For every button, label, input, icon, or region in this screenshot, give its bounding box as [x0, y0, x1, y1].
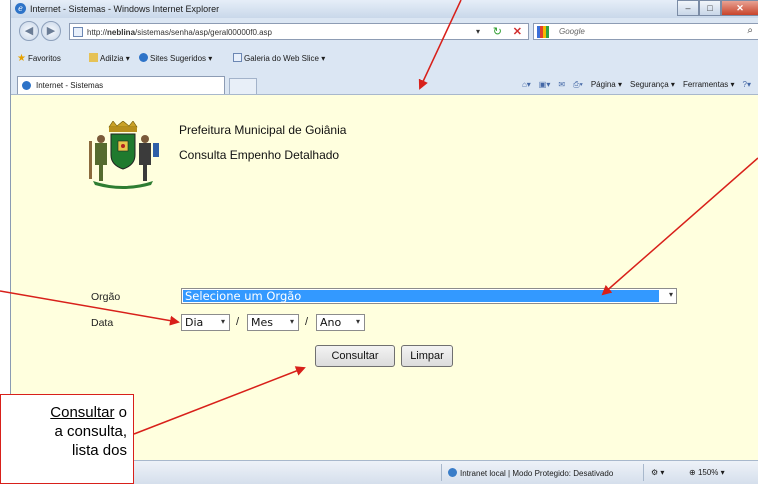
coat-of-arms-icon: [89, 121, 159, 189]
dia-select[interactable]: Dia ▾: [181, 314, 230, 331]
date-separator: /: [236, 316, 240, 328]
search-icon[interactable]: ⌕: [747, 25, 753, 36]
ie-small-icon: [139, 53, 148, 62]
address-dropdown-icon[interactable]: ▾: [476, 27, 480, 36]
globe-icon: [448, 468, 457, 477]
data-label: Data: [91, 317, 114, 329]
security-menu[interactable]: Segurança ▾: [630, 80, 675, 90]
page-icon: [73, 27, 83, 37]
forward-button[interactable]: ▶: [41, 21, 61, 41]
ie-logo-icon: e: [15, 3, 26, 14]
zoom-level[interactable]: ⊕ 150% ▾: [689, 468, 725, 477]
help-icon[interactable]: ?▾: [743, 80, 751, 90]
google-logo-icon: [537, 26, 549, 38]
consultar-button[interactable]: Consultar: [315, 345, 395, 367]
search-box[interactable]: Google ⌕: [533, 23, 758, 40]
tools-menu[interactable]: Ferramentas ▾: [683, 80, 735, 90]
privacy-icon[interactable]: ⚙ ▾: [651, 468, 664, 477]
ano-value: Ano: [320, 316, 342, 329]
favorites-item-sites-sugeridos[interactable]: Sites Sugeridos ▾: [139, 53, 212, 63]
search-placeholder: Google: [559, 27, 585, 36]
callout-line-2: a consulta,: [54, 423, 127, 440]
url-text: http://neblina/sistemas/senha/asp/geral0…: [87, 28, 273, 37]
minimize-icon[interactable]: –: [677, 0, 699, 16]
chevron-down-icon[interactable]: ▾: [221, 317, 225, 326]
mail-icon[interactable]: ✉: [558, 80, 565, 90]
favorites-bar: ★ Favoritos Adilzia ▾ Sites Sugeridos ▾ G…: [11, 48, 758, 68]
status-divider: [643, 464, 644, 481]
folder-icon: [89, 53, 98, 62]
favorites-item-web-slice[interactable]: Galeria do Web Slice ▾: [233, 53, 325, 63]
org-name: Prefeitura Municipal de Goiânia: [179, 123, 347, 137]
tab-internet-sistemas[interactable]: Internet - Sistemas: [17, 76, 225, 94]
orgao-selected-option: Selecione um Orgão: [183, 290, 659, 302]
address-bar[interactable]: http://neblina/sistemas/senha/asp/geral0…: [69, 23, 529, 40]
print-icon[interactable]: ⎙▾: [573, 80, 583, 90]
title-bar: e Internet - Sistemas - Windows Internet…: [11, 0, 758, 18]
tab-row: Internet - Sistemas ⌂▾ ▣▾ ✉ ⎙▾ Página ▾ …: [11, 70, 758, 94]
home-icon[interactable]: ⌂▾: [522, 80, 531, 90]
mes-select[interactable]: Mes ▾: [247, 314, 299, 331]
date-separator: /: [305, 316, 309, 328]
chevron-down-icon[interactable]: ▾: [669, 290, 673, 299]
new-tab-button[interactable]: [229, 78, 257, 94]
favorites-item-adilzia[interactable]: Adilzia ▾: [89, 53, 130, 63]
page-icon: [233, 53, 242, 62]
close-icon[interactable]: ✕: [721, 0, 758, 16]
back-button[interactable]: ◀: [19, 21, 39, 41]
callout-line-1: Consultar o: [50, 404, 127, 421]
limpar-button[interactable]: Limpar: [401, 345, 453, 367]
address-row: ◀ ▶ http://neblina/sistemas/senha/asp/ge…: [11, 18, 758, 46]
tab-label: Internet - Sistemas: [36, 81, 104, 90]
window-controls: – □ ✕: [677, 0, 758, 16]
orgao-select[interactable]: Selecione um Orgão ▾: [181, 288, 677, 304]
security-zone[interactable]: Intranet local | Modo Protegido: Desativ…: [448, 468, 613, 478]
page-menu[interactable]: Página ▾: [591, 80, 622, 90]
annotation-callout: Consultar o a consulta, lista dos: [0, 394, 134, 484]
refresh-icon[interactable]: ↻: [493, 25, 502, 38]
stop-icon[interactable]: ✕: [513, 25, 522, 38]
orgao-label: Orgão: [91, 291, 121, 303]
ano-select[interactable]: Ano ▾: [316, 314, 365, 331]
window-title: Internet - Sistemas - Windows Internet E…: [30, 4, 220, 14]
star-icon: ★: [17, 53, 26, 64]
mes-value: Mes: [251, 316, 273, 329]
page-title: Consulta Empenho Detalhado: [179, 148, 340, 162]
chevron-down-icon[interactable]: ▾: [356, 317, 360, 326]
favorites-button[interactable]: ★ Favoritos: [17, 53, 61, 64]
chevron-down-icon[interactable]: ▾: [290, 317, 294, 326]
status-divider: [441, 464, 442, 481]
maximize-icon[interactable]: □: [699, 0, 721, 16]
dia-value: Dia: [185, 316, 204, 329]
callout-line-3: lista dos: [71, 442, 127, 459]
ie-tab-icon: [22, 81, 31, 90]
command-bar: ⌂▾ ▣▾ ✉ ⎙▾ Página ▾ Segurança ▾ Ferramen…: [522, 80, 751, 90]
feeds-icon[interactable]: ▣▾: [539, 80, 551, 90]
